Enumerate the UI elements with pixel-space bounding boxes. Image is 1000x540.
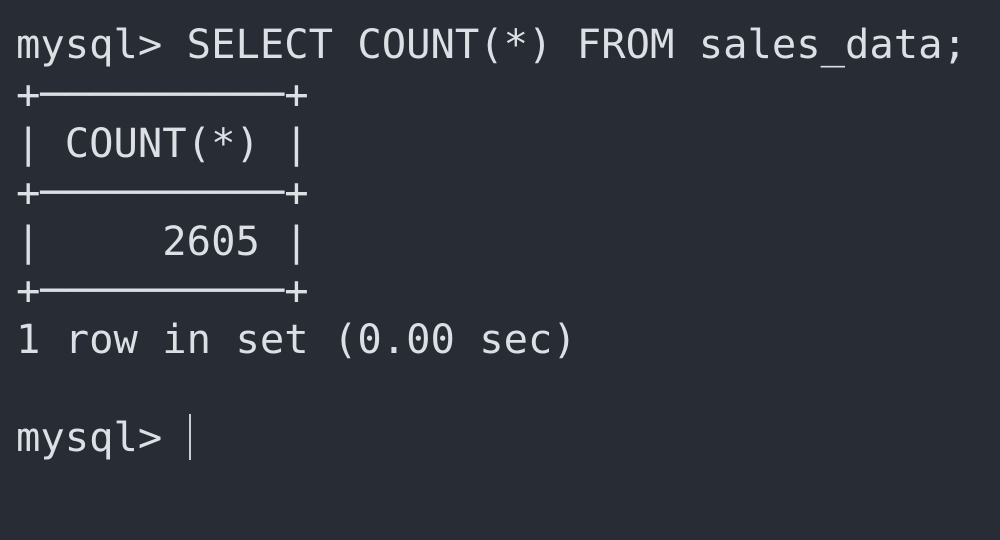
result-summary: 1 row in set (0.00 sec) bbox=[16, 315, 577, 363]
text-cursor[interactable] bbox=[189, 414, 191, 460]
table-data-row: | 2605 | bbox=[16, 217, 309, 265]
table-header-row: | COUNT(*) | bbox=[16, 119, 309, 167]
sql-command-line: mysql> SELECT COUNT(*) FROM sales_data; bbox=[16, 20, 967, 68]
table-border-bottom: +──────────+ bbox=[16, 266, 309, 314]
table-header-separator: +──────────+ bbox=[16, 168, 309, 216]
mysql-prompt[interactable]: mysql> bbox=[16, 413, 187, 462]
terminal-window[interactable]: mysql> SELECT COUNT(*) FROM sales_data; … bbox=[0, 0, 1000, 540]
table-border-top: +──────────+ bbox=[16, 70, 309, 118]
cursor-bar bbox=[189, 414, 191, 460]
